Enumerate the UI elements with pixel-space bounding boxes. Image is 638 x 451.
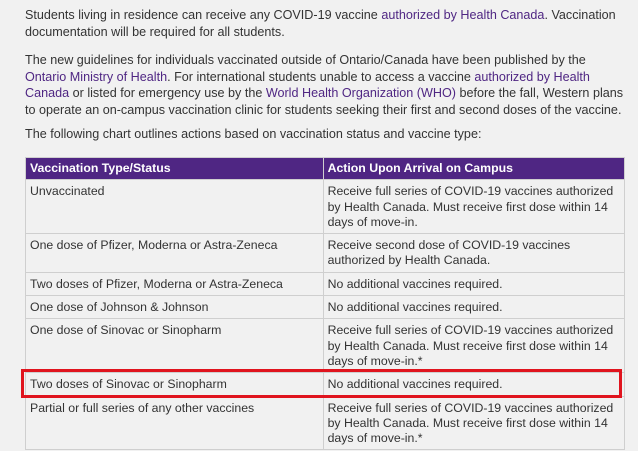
table-row: Partial or full series of any other vacc… — [25, 395, 626, 451]
cell-vaccination-type: One dose of Sinovac or Sinopharm — [25, 318, 324, 374]
who-link[interactable]: World Health Organization (WHO) — [266, 86, 456, 100]
cell-action: Receive second dose of COVID-19 vaccines… — [322, 233, 626, 273]
table-row: Two doses of Pfizer, Moderna or Astra-Ze… — [25, 271, 626, 297]
table-row: One dose of Pfizer, Moderna or Astra-Zen… — [25, 233, 626, 273]
page: Students living in residence can receive… — [0, 0, 638, 451]
cell-action: No additional vaccines required. — [322, 295, 626, 320]
intro-paragraph-guidelines: The new guidelines for individuals vacci… — [25, 52, 625, 118]
table-header-action: Action Upon Arrival on Campus — [322, 156, 626, 181]
table-row: One dose of Johnson & Johnson No additio… — [25, 295, 626, 320]
intro-text: Students living in residence can receive… — [25, 8, 382, 22]
table-header-row: Vaccination Type/Status Action Upon Arri… — [25, 156, 626, 181]
table-row-highlighted: Two doses of Sinovac or Sinopharm No add… — [25, 372, 626, 397]
cell-vaccination-type: Partial or full series of any other vacc… — [25, 395, 324, 451]
cell-vaccination-type: Two doses of Pfizer, Moderna or Astra-Ze… — [25, 271, 324, 297]
cell-action: No additional vaccines required. — [322, 271, 626, 297]
cell-action: Receive full series of COVID-19 vaccines… — [322, 395, 626, 451]
chart-intro-paragraph: The following chart outlines actions bas… — [25, 127, 482, 141]
cell-action: Receive full series of COVID-19 vaccines… — [322, 318, 626, 374]
table-row: One dose of Sinovac or Sinopharm Receive… — [25, 318, 626, 374]
table-header-type: Vaccination Type/Status — [25, 156, 324, 181]
cell-vaccination-type: Two doses of Sinovac or Sinopharm — [25, 372, 324, 397]
vaccination-table: Vaccination Type/Status Action Upon Arri… — [25, 156, 626, 451]
intro-text: . For international students unable to a… — [167, 69, 475, 84]
table-row: Unvaccinated Receive full series of COVI… — [25, 179, 626, 235]
cell-vaccination-type: Unvaccinated — [25, 179, 324, 235]
ontario-ministry-link[interactable]: Ontario Ministry of Health — [25, 70, 167, 84]
cell-vaccination-type: One dose of Johnson & Johnson — [25, 295, 324, 320]
intro-paragraph-residence: Students living in residence can receive… — [25, 7, 625, 40]
intro-text: The new guidelines for individuals vacci… — [25, 53, 586, 67]
cell-action: Receive full series of COVID-19 vaccines… — [322, 179, 626, 235]
cell-vaccination-type: One dose of Pfizer, Moderna or Astra-Zen… — [25, 233, 324, 273]
health-canada-link[interactable]: authorized by Health Canada — [381, 8, 544, 22]
intro-text: or listed for emergency use by the — [69, 86, 266, 101]
cell-action: No additional vaccines required. — [322, 372, 626, 397]
